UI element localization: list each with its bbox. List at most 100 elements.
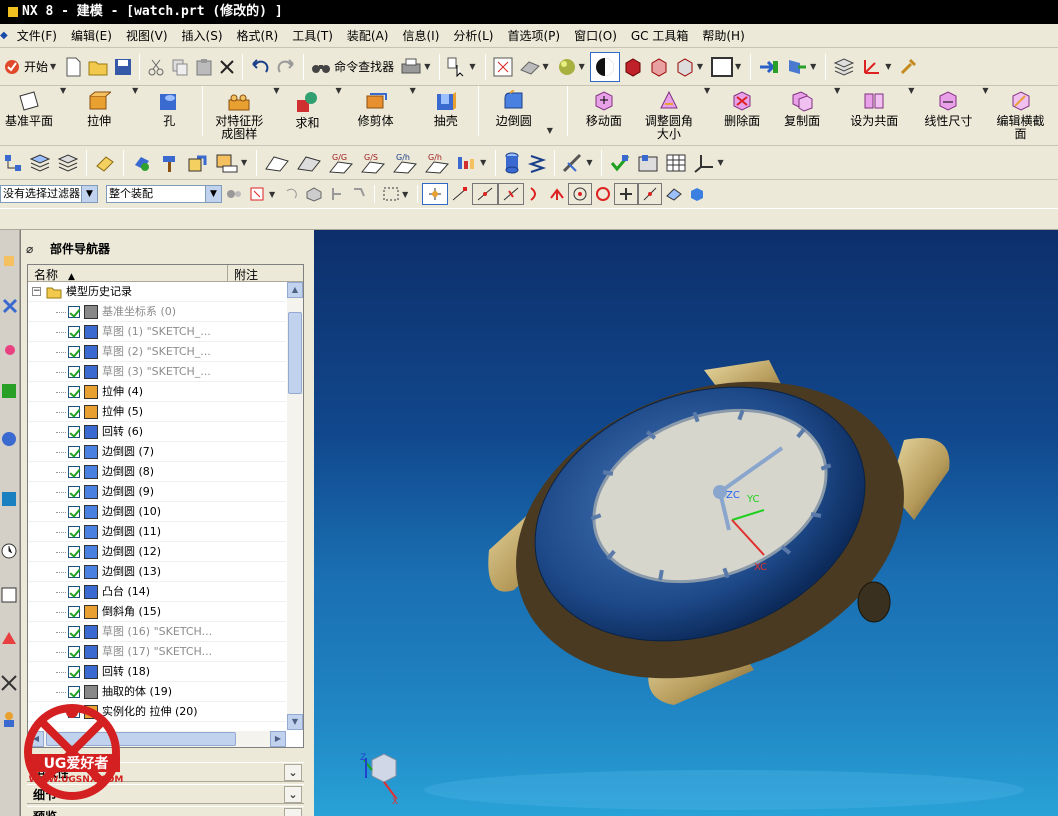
collapse-icon[interactable]: − bbox=[32, 287, 41, 296]
fit-view-button[interactable] bbox=[490, 52, 516, 82]
paste-button[interactable] bbox=[192, 52, 216, 82]
expand-chevron-icon[interactable]: ⌄ bbox=[284, 786, 302, 803]
tree-vertical-scrollbar[interactable]: ▲ ▼ bbox=[287, 282, 303, 730]
select-feature-button[interactable] bbox=[326, 183, 348, 205]
cut-button[interactable] bbox=[144, 52, 168, 82]
checkbox-checked-icon[interactable] bbox=[68, 586, 80, 598]
tree-row[interactable]: 回转 (18) bbox=[28, 662, 286, 682]
new-file-button[interactable] bbox=[61, 52, 85, 82]
select-all-button[interactable]: ▼ bbox=[246, 183, 280, 205]
trim-body-button[interactable]: 修剪体 bbox=[344, 86, 408, 128]
snap-intersection-button[interactable] bbox=[524, 183, 546, 205]
scroll-thumb[interactable] bbox=[288, 312, 302, 394]
menu-help[interactable]: 帮助(H) bbox=[695, 25, 751, 47]
menu-assemblies[interactable]: 装配(A) bbox=[340, 25, 396, 47]
curve-g0-button[interactable]: G/G bbox=[325, 148, 357, 178]
column-header-name[interactable]: 名称 ▲ bbox=[34, 266, 75, 283]
show-button[interactable] bbox=[128, 148, 156, 178]
make-coplanar-button[interactable]: 设为共面 bbox=[842, 86, 906, 128]
constraint-navigator-tab-icon[interactable] bbox=[2, 298, 18, 314]
scroll-right-icon[interactable]: ▶ bbox=[270, 731, 286, 747]
checkbox-checked-icon[interactable] bbox=[68, 446, 80, 458]
clock-tab-icon[interactable] bbox=[0, 542, 18, 560]
redo-button[interactable] bbox=[273, 52, 299, 82]
menu-preferences[interactable]: 首选项(P) bbox=[500, 25, 567, 47]
process-studio-tab-icon[interactable] bbox=[0, 630, 18, 648]
datum-plane-button[interactable]: 基准平面 bbox=[0, 86, 58, 128]
shaded-button[interactable] bbox=[620, 52, 646, 82]
reuse-library-button[interactable] bbox=[634, 148, 662, 178]
expand-chevron-icon[interactable]: ⌄ bbox=[284, 764, 302, 781]
checkbox-checked-icon[interactable] bbox=[68, 606, 80, 618]
tree-root-row[interactable]: − 模型历史记录 bbox=[28, 282, 286, 302]
tree-row[interactable]: 边倒圆 (10) bbox=[28, 502, 286, 522]
tree-row[interactable]: 草图 (2) "SKETCH_... bbox=[28, 342, 286, 362]
curve-tool-2-button[interactable] bbox=[293, 148, 325, 178]
filter-options-button[interactable] bbox=[222, 183, 246, 205]
command-finder-button[interactable]: 命令查找器 bbox=[308, 52, 397, 82]
assembly-navigator-tab-icon[interactable] bbox=[2, 254, 18, 270]
type-filter-dropdown[interactable]: 没有选择过滤器 ▼ bbox=[0, 185, 98, 203]
snap-point-on-curve-button[interactable] bbox=[638, 183, 663, 205]
object-display-button[interactable]: ▼ bbox=[212, 148, 252, 178]
part-navigator-tab-icon[interactable] bbox=[2, 342, 18, 358]
select-body-button[interactable] bbox=[302, 183, 326, 205]
analysis-button[interactable]: ▼ bbox=[453, 148, 491, 178]
tree-row[interactable]: 草图 (3) "SKETCH_... bbox=[28, 362, 286, 382]
menu-view[interactable]: 视图(V) bbox=[119, 25, 175, 47]
menu-tools[interactable]: 工具(T) bbox=[285, 25, 340, 47]
snap-center-button[interactable] bbox=[568, 183, 593, 205]
checkbox-checked-icon[interactable] bbox=[68, 506, 80, 518]
checkbox-checked-icon[interactable] bbox=[68, 466, 80, 478]
snap-existing-point-button[interactable] bbox=[614, 183, 639, 205]
checkbox-checked-icon[interactable] bbox=[68, 526, 80, 538]
undo-button[interactable] bbox=[247, 52, 273, 82]
undo-select-button[interactable] bbox=[280, 183, 302, 205]
tree-row[interactable]: 拉伸 (4) bbox=[28, 382, 286, 402]
history-tab-icon[interactable] bbox=[0, 490, 18, 508]
scroll-down-icon[interactable]: ▼ bbox=[287, 714, 303, 730]
checkbox-checked-icon[interactable] bbox=[68, 346, 80, 358]
tree-row[interactable]: 倒斜角 (15) bbox=[28, 602, 286, 622]
background-color-button[interactable]: ▼ bbox=[708, 52, 746, 82]
checkbox-checked-icon[interactable] bbox=[68, 546, 80, 558]
more-tools-button[interactable] bbox=[896, 52, 920, 82]
expand-chevron-icon[interactable]: ⌄ bbox=[284, 808, 302, 816]
menu-window[interactable]: 窗口(O) bbox=[567, 25, 624, 47]
csys-button[interactable]: ▼ bbox=[690, 148, 728, 178]
menu-insert[interactable]: 插入(S) bbox=[175, 25, 230, 47]
tree-row[interactable]: 抽取的体 (19) bbox=[28, 682, 286, 702]
tree-row[interactable]: 边倒圆 (13) bbox=[28, 562, 286, 582]
reuse-library-tab-icon[interactable] bbox=[0, 382, 18, 400]
checkbox-checked-icon[interactable] bbox=[68, 406, 80, 418]
copy-face-button[interactable]: 复制面 bbox=[772, 86, 832, 128]
snap-arc-center-button[interactable] bbox=[546, 183, 568, 205]
spring-button[interactable] bbox=[524, 148, 550, 178]
invert-display-button[interactable] bbox=[184, 148, 212, 178]
curve-g2-button[interactable]: G/h bbox=[389, 148, 421, 178]
extrude-button[interactable]: 拉伸 bbox=[68, 86, 130, 128]
save-button[interactable] bbox=[111, 52, 135, 82]
tree-row[interactable]: 边倒圆 (11) bbox=[28, 522, 286, 542]
tree-row[interactable]: 边倒圆 (8) bbox=[28, 462, 286, 482]
unite-button[interactable]: 求和 bbox=[281, 86, 333, 130]
assembly-nav-button[interactable] bbox=[0, 148, 26, 178]
resize-blend-button[interactable]: 调整圆角 大小 bbox=[636, 86, 702, 141]
rectangle-select-button[interactable]: ▼ bbox=[379, 183, 413, 205]
snap-quadrant-button[interactable] bbox=[592, 183, 614, 205]
layer-button[interactable]: ▼ bbox=[783, 52, 821, 82]
snap-enable-button[interactable] bbox=[422, 183, 449, 205]
layer-visible-button[interactable] bbox=[54, 148, 82, 178]
curve-g3-button[interactable]: G/h bbox=[421, 148, 453, 178]
curve-g1-button[interactable]: G/S bbox=[357, 148, 389, 178]
snap-midpoint-button[interactable] bbox=[472, 183, 499, 205]
checkbox-checked-icon[interactable] bbox=[68, 626, 80, 638]
menu-format[interactable]: 格式(R) bbox=[230, 25, 286, 47]
checkbox-checked-icon[interactable] bbox=[68, 486, 80, 498]
wireframe-button[interactable] bbox=[646, 52, 672, 82]
hidden-edges-button[interactable]: ▼ bbox=[672, 52, 708, 82]
system-materials-tab-icon[interactable] bbox=[0, 586, 18, 604]
tree-row[interactable]: 边倒圆 (9) bbox=[28, 482, 286, 502]
tree-row[interactable]: 回转 (6) bbox=[28, 422, 286, 442]
tree-row[interactable]: 草图 (1) "SKETCH_... bbox=[28, 322, 286, 342]
